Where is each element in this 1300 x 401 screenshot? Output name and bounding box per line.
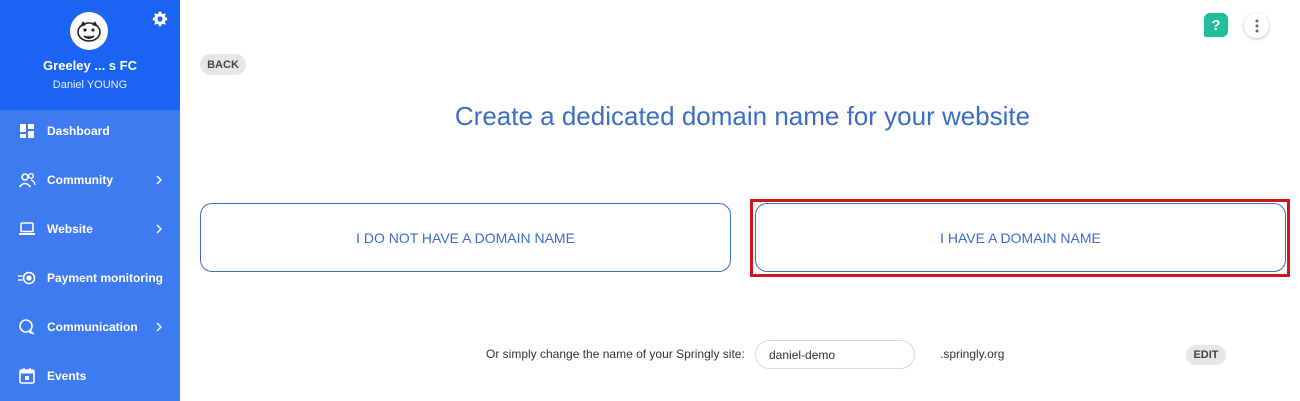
sidebar-item-label: Community <box>47 172 113 187</box>
page-title: Create a dedicated domain name for your … <box>454 101 1031 131</box>
community-icon <box>18 172 36 188</box>
site-name-input[interactable] <box>755 340 915 369</box>
site-name-hint: Or simply change the name of your Spring… <box>486 347 745 361</box>
sidebar-item-dashboard[interactable]: Dashboard <box>0 106 180 155</box>
sidebar-item-label: Payment monitoring <box>47 270 164 285</box>
user-name: Daniel YOUNG <box>52 79 128 91</box>
help-button[interactable]: ? <box>1204 13 1228 37</box>
chevron-right-icon <box>156 175 162 184</box>
gear-icon[interactable] <box>152 11 168 27</box>
payment-icon <box>18 271 36 284</box>
dashboard-icon <box>20 123 34 138</box>
club-logo-icon <box>77 21 101 42</box>
sidebar-item-website[interactable]: Website <box>0 204 180 253</box>
sidebar-item-label: Website <box>47 221 93 236</box>
edit-button[interactable]: EDIT <box>1186 345 1226 365</box>
sidebar-item-label: Dashboard <box>47 123 110 138</box>
sidebar-item-label: Events <box>47 368 87 383</box>
sidebar-item-payment-monitoring[interactable]: Payment monitoring <box>0 253 180 302</box>
back-button[interactable]: BACK <box>200 54 246 75</box>
chevron-right-icon <box>156 322 162 331</box>
chat-icon <box>19 318 35 334</box>
laptop-icon <box>19 221 35 235</box>
have-domain-option-button[interactable]: I HAVE A DOMAIN NAME <box>755 203 1286 272</box>
sidebar-header: Greeley ... s FC Daniel YOUNG <box>0 0 180 110</box>
chevron-right-icon <box>156 224 162 233</box>
sidebar-item-label: Communication <box>47 319 138 334</box>
sidebar: Greeley ... s FC Daniel YOUNG Dashboard … <box>0 0 180 401</box>
club-logo-avatar[interactable] <box>70 12 108 50</box>
sidebar-item-events[interactable]: Events <box>0 351 180 400</box>
no-domain-option-button[interactable]: I DO NOT HAVE A DOMAIN NAME <box>200 203 731 272</box>
more-vertical-icon <box>1255 19 1258 32</box>
sidebar-item-communication[interactable]: Communication <box>0 302 180 351</box>
calendar-icon <box>19 367 35 384</box>
sidebar-item-community[interactable]: Community <box>0 155 180 204</box>
domain-suffix: .springly.org <box>940 347 1005 361</box>
club-name: Greeley ... s FC <box>43 58 137 73</box>
more-options-button[interactable] <box>1244 13 1269 38</box>
